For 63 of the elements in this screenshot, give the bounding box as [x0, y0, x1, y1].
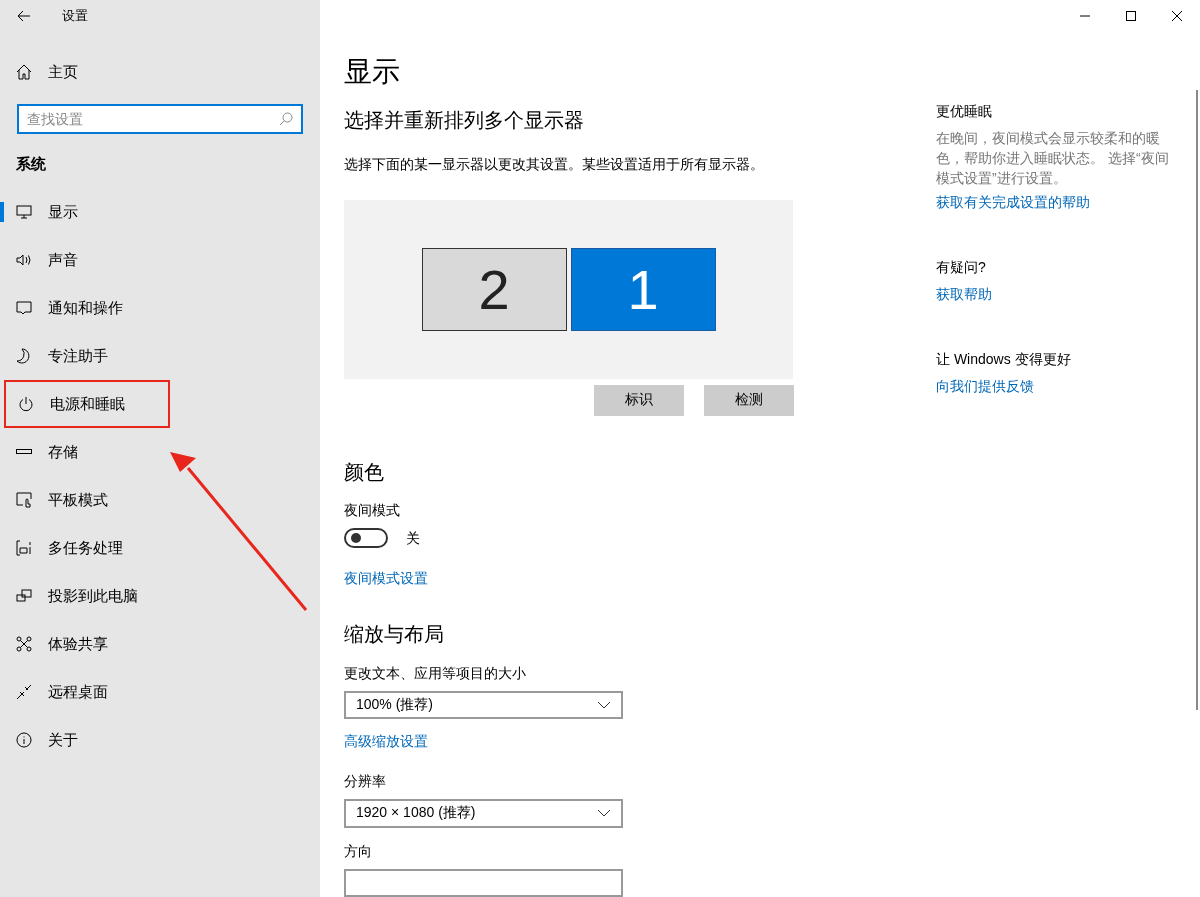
projector-icon — [16, 588, 32, 604]
nav-item[interactable]: 通知和操作 — [0, 284, 320, 332]
section-heading: 颜色 — [344, 459, 384, 485]
sidebar-heading: 有疑问? — [936, 258, 986, 277]
minimize-icon — [1080, 15, 1090, 17]
nav-item[interactable]: 显示 — [0, 188, 320, 236]
tablet-icon — [16, 492, 32, 508]
close-icon — [1172, 11, 1182, 21]
toggle-state: 关 — [406, 528, 420, 548]
sidebar-heading: 让 Windows 变得更好 — [936, 350, 1071, 369]
nav-item[interactable]: 多任务处理 — [0, 524, 320, 572]
dropdown[interactable]: 100% (推荐) — [344, 690, 623, 720]
help-text: 在晚间，夜间模式会显示较柔和的暖色，帮助你进入睡眠状态。 选择“夜间模式设置”进行设置。 — [936, 129, 1170, 188]
highlighted-nav-item[interactable]: 电源和睡眠 — [4, 380, 170, 428]
power-icon — [18, 396, 34, 412]
multitask-icon — [16, 540, 32, 556]
back-arrow-icon — [17, 10, 31, 22]
moon-icon — [16, 348, 32, 364]
sidebar-heading: 更优睡眠 — [936, 102, 992, 121]
action-button[interactable]: 检测 — [704, 384, 794, 416]
section-heading: 缩放与布局 — [344, 621, 444, 647]
section-heading: 选择并重新排列多个显示器 — [344, 108, 584, 133]
scrollbar[interactable] — [1196, 90, 1198, 710]
description-text: 选择下面的某一显示器以更改其设置。某些设置适用于所有显示器。 — [344, 155, 764, 174]
remote-icon — [16, 684, 32, 700]
info-icon — [16, 732, 32, 748]
settings-link[interactable]: 高级缩放设置 — [344, 731, 428, 752]
setting-label: 方向 — [344, 841, 372, 861]
speaker-icon — [16, 252, 32, 268]
help-link[interactable]: 向我们提供反馈 — [936, 376, 1034, 396]
message-icon — [16, 300, 32, 316]
setting-label: 分辨率 — [344, 772, 386, 792]
nav-item[interactable]: 远程桌面 — [0, 668, 320, 716]
setting-label: 夜间模式 — [344, 500, 400, 520]
dropdown[interactable]: 1920 × 1080 (推荐) — [344, 799, 623, 828]
chevron-down-icon — [597, 809, 611, 818]
section-heading: 系统 — [16, 153, 47, 174]
toggle-switch[interactable] — [344, 527, 388, 548]
nav-item[interactable]: 关于 — [0, 716, 320, 764]
maximize-icon — [1126, 11, 1136, 21]
monitor-tile[interactable]: 2 — [421, 247, 567, 331]
network-icon — [16, 636, 32, 652]
action-button[interactable]: 标识 — [594, 384, 684, 416]
nav-item[interactable]: 投影到此电脑 — [0, 572, 320, 620]
nav-item[interactable]: 平板模式 — [0, 476, 320, 524]
home-icon — [16, 64, 32, 80]
nav-item[interactable]: 体验共享 — [0, 620, 320, 668]
nav-item[interactable]: 存储 — [0, 428, 320, 476]
help-link[interactable]: 获取帮助 — [936, 284, 992, 304]
chevron-down-icon — [597, 700, 611, 709]
monitor-icon — [16, 204, 32, 220]
monitor-tile[interactable]: 1 — [570, 247, 716, 331]
settings-link[interactable]: 夜间模式设置 — [344, 567, 428, 588]
search-icon — [279, 112, 293, 126]
window-title: 设置 — [62, 7, 88, 25]
setting-label: 更改文本、应用等项目的大小 — [344, 663, 526, 683]
help-link[interactable]: 获取有关完成设置的帮助 — [936, 192, 1090, 212]
home-link[interactable]: 主页 — [0, 48, 320, 96]
page-title: 显示 — [344, 55, 400, 89]
nav-item[interactable]: 声音 — [0, 236, 320, 284]
nav-item[interactable]: 专注助手 — [0, 332, 320, 380]
search-field[interactable]: 查找设置 — [17, 104, 303, 134]
dropdown[interactable] — [344, 868, 623, 897]
